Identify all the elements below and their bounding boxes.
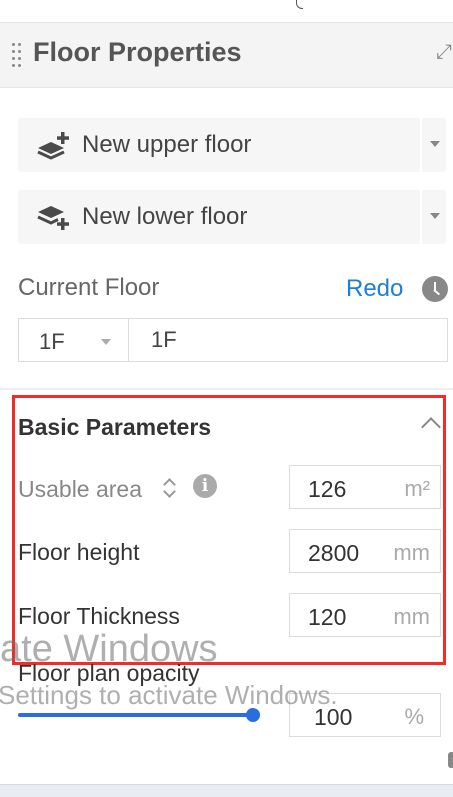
new-upper-floor-control: New upper floor — [18, 118, 446, 172]
usable-area-field[interactable]: 126 m² — [289, 465, 441, 509]
panel-header: Floor Properties ⤢ — [0, 22, 453, 88]
scroll-edge-handle[interactable] — [448, 752, 453, 768]
usable-area-label: Usable area — [18, 476, 143, 502]
opacity-value: 100 — [314, 704, 353, 730]
opacity-slider-handle[interactable] — [246, 708, 260, 722]
top-strip — [0, 0, 453, 20]
opacity-unit: % — [404, 704, 424, 729]
floor-thickness-label: Floor Thickness — [18, 603, 180, 629]
current-floor-label: Current Floor — [18, 274, 160, 301]
usable-area-unit: m² — [404, 476, 430, 501]
floor-name-input[interactable] — [128, 318, 448, 362]
partial-glyph — [296, 0, 303, 9]
basic-parameters-title: Basic Parameters — [18, 414, 212, 440]
chevron-down-icon[interactable] — [430, 213, 440, 219]
expand-icon[interactable]: ⤢ — [436, 41, 452, 64]
bottom-bar — [0, 784, 453, 797]
floor-height-field[interactable]: 2800 mm — [289, 529, 441, 573]
floor-height-value: 2800 — [308, 540, 360, 566]
chevron-down-icon[interactable] — [430, 141, 440, 147]
history-clock-icon[interactable] — [422, 276, 448, 302]
floor-select[interactable]: 1F — [18, 318, 128, 362]
drag-handle-icon[interactable] — [12, 43, 24, 69]
new-upper-floor-button[interactable]: New upper floor — [18, 118, 420, 172]
section-divider — [0, 388, 453, 390]
usable-area-value: 126 — [308, 476, 347, 502]
sort-arrows-icon[interactable] — [162, 474, 176, 500]
floor-thickness-field[interactable]: 120 mm — [289, 593, 441, 637]
new-lower-floor-label: New lower floor — [82, 203, 248, 230]
redo-link[interactable]: Redo — [346, 275, 403, 303]
floor-thickness-unit: mm — [393, 604, 430, 629]
info-icon[interactable]: i — [193, 474, 217, 498]
new-lower-floor-button[interactable]: New lower floor — [18, 190, 420, 244]
opacity-slider-track[interactable] — [18, 713, 254, 717]
floor-height-label: Floor height — [18, 539, 140, 565]
chevron-up-icon[interactable] — [421, 417, 441, 437]
panel-title: Floor Properties — [33, 37, 242, 67]
opacity-field[interactable]: 100 % — [289, 693, 441, 737]
add-upper-layer-icon — [37, 132, 69, 160]
add-lower-layer-icon — [37, 206, 69, 230]
new-upper-floor-label: New upper floor — [82, 131, 252, 158]
floor-thickness-value: 120 — [308, 604, 347, 630]
floor-height-unit: mm — [393, 540, 430, 565]
floor-plan-opacity-label: Floor plan opacity — [18, 660, 200, 686]
floor-select-value: 1F — [39, 329, 65, 354]
split-divider — [420, 118, 422, 172]
split-divider — [420, 190, 422, 244]
new-lower-floor-control: New lower floor — [18, 190, 446, 244]
chevron-down-icon — [101, 339, 111, 345]
